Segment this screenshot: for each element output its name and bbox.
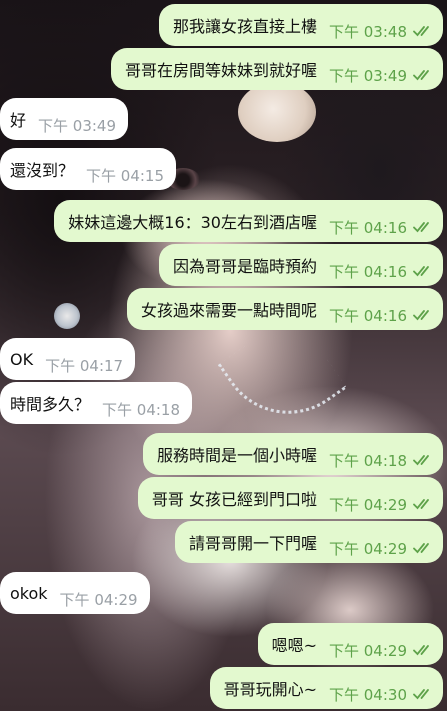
message-text: 女孩過來需要一點時間呢 bbox=[140, 301, 317, 320]
message-meta: 下午 03:48 bbox=[329, 9, 433, 42]
message-text: OK bbox=[10, 349, 34, 369]
message-bubble-outgoing[interactable]: 請哥哥開一下門喔 下午 04:29 bbox=[174, 521, 443, 563]
message-bubble-outgoing[interactable]: 那我讓女孩直接上樓 下午 03:48 bbox=[158, 4, 443, 46]
message-bubble-outgoing[interactable]: 妹妹這邊大概16：30左右到酒店喔 下午 04:16 bbox=[54, 200, 443, 242]
message-meta: 下午 04:29 bbox=[60, 577, 138, 610]
message-time: 下午 03:49 bbox=[329, 66, 407, 85]
message-bubble-incoming[interactable]: okok 下午 04:29 bbox=[0, 572, 150, 614]
message-time: 下午 04:29 bbox=[329, 495, 407, 514]
message-time: 下午 03:48 bbox=[329, 22, 407, 41]
message-time: 下午 03:49 bbox=[38, 116, 117, 135]
message-text: 還沒到？ bbox=[10, 161, 75, 180]
message-meta: 下午 04:16 bbox=[329, 205, 433, 238]
message-time: 下午 04:29 bbox=[59, 590, 138, 609]
double-check-icon bbox=[413, 455, 429, 466]
message-bubble-outgoing[interactable]: 哥哥玩開心~ 下午 04:30 bbox=[209, 667, 443, 709]
message-bubble-outgoing[interactable]: 服務時間是一個小時喔 下午 04:18 bbox=[142, 433, 443, 475]
message-meta: 下午 04:30 bbox=[329, 672, 433, 705]
message-meta: 下午 04:16 bbox=[329, 249, 433, 282]
message-time: 下午 04:29 bbox=[329, 539, 407, 558]
message-time: 下午 04:30 bbox=[329, 685, 407, 704]
message-meta: 下午 04:16 bbox=[329, 293, 433, 326]
double-check-icon bbox=[413, 222, 429, 233]
double-check-icon bbox=[413, 499, 429, 510]
message-meta: 下午 04:29 bbox=[329, 482, 433, 515]
message-text: 哥哥 女孩已經到門口啦 bbox=[151, 490, 317, 509]
message-bubble-incoming[interactable]: 還沒到？ 下午 04:15 bbox=[0, 148, 177, 190]
message-meta: 下午 03:49 bbox=[38, 103, 116, 136]
message-meta: 下午 04:15 bbox=[86, 153, 164, 186]
message-text: 哥哥玩開心~ bbox=[223, 680, 317, 699]
message-list[interactable]: 那我讓女孩直接上樓 下午 03:48 哥哥在房間等妹妹到就好喔 下午 03:49… bbox=[0, 0, 447, 711]
message-time: 下午 04:16 bbox=[329, 262, 407, 281]
message-bubble-outgoing[interactable]: 女孩過來需要一點時間呢 下午 04:16 bbox=[126, 288, 443, 330]
message-text: 請哥哥開一下門喔 bbox=[188, 534, 317, 553]
message-bubble-incoming[interactable]: OK 下午 04:17 bbox=[0, 338, 136, 380]
message-text: 服務時間是一個小時喔 bbox=[156, 446, 317, 465]
message-text: okok bbox=[10, 583, 48, 603]
message-meta: 下午 03:49 bbox=[329, 53, 433, 86]
message-text: 妹妹這邊大概16：30左右到酒店喔 bbox=[68, 213, 317, 232]
double-check-icon bbox=[413, 645, 429, 656]
message-time: 下午 04:15 bbox=[86, 166, 165, 185]
message-bubble-outgoing[interactable]: 嗯嗯~ 下午 04:29 bbox=[257, 623, 443, 665]
message-meta: 下午 04:18 bbox=[102, 387, 180, 420]
message-bubble-incoming[interactable]: 好 下午 03:49 bbox=[0, 98, 129, 140]
message-meta: 下午 04:29 bbox=[329, 628, 433, 661]
double-check-icon bbox=[413, 689, 429, 700]
double-check-icon bbox=[413, 266, 429, 277]
message-time: 下午 04:29 bbox=[329, 641, 407, 660]
message-time: 下午 04:17 bbox=[45, 356, 124, 375]
message-meta: 下午 04:18 bbox=[329, 438, 433, 471]
message-text: 哥哥在房間等妹妹到就好喔 bbox=[124, 61, 317, 80]
message-time: 下午 04:18 bbox=[102, 400, 181, 419]
double-check-icon bbox=[413, 543, 429, 554]
message-text: 那我讓女孩直接上樓 bbox=[172, 17, 317, 36]
message-meta: 下午 04:17 bbox=[45, 343, 123, 376]
message-text: 嗯嗯~ bbox=[271, 636, 317, 655]
message-time: 下午 04:16 bbox=[329, 306, 407, 325]
message-bubble-outgoing[interactable]: 因為哥哥是臨時預約 下午 04:16 bbox=[158, 244, 443, 286]
double-check-icon bbox=[413, 70, 429, 81]
message-text: 好 bbox=[10, 111, 27, 130]
message-bubble-incoming[interactable]: 時間多久？ 下午 04:18 bbox=[0, 382, 193, 424]
message-time: 下午 04:18 bbox=[329, 451, 407, 470]
double-check-icon bbox=[413, 310, 429, 321]
message-meta: 下午 04:29 bbox=[329, 526, 433, 559]
message-bubble-outgoing[interactable]: 哥哥 女孩已經到門口啦 下午 04:29 bbox=[137, 477, 443, 519]
message-text: 時間多久？ bbox=[10, 395, 91, 414]
message-text: 因為哥哥是臨時預約 bbox=[172, 257, 317, 276]
message-bubble-outgoing[interactable]: 哥哥在房間等妹妹到就好喔 下午 03:49 bbox=[110, 48, 443, 90]
double-check-icon bbox=[413, 26, 429, 37]
message-time: 下午 04:16 bbox=[329, 218, 407, 237]
